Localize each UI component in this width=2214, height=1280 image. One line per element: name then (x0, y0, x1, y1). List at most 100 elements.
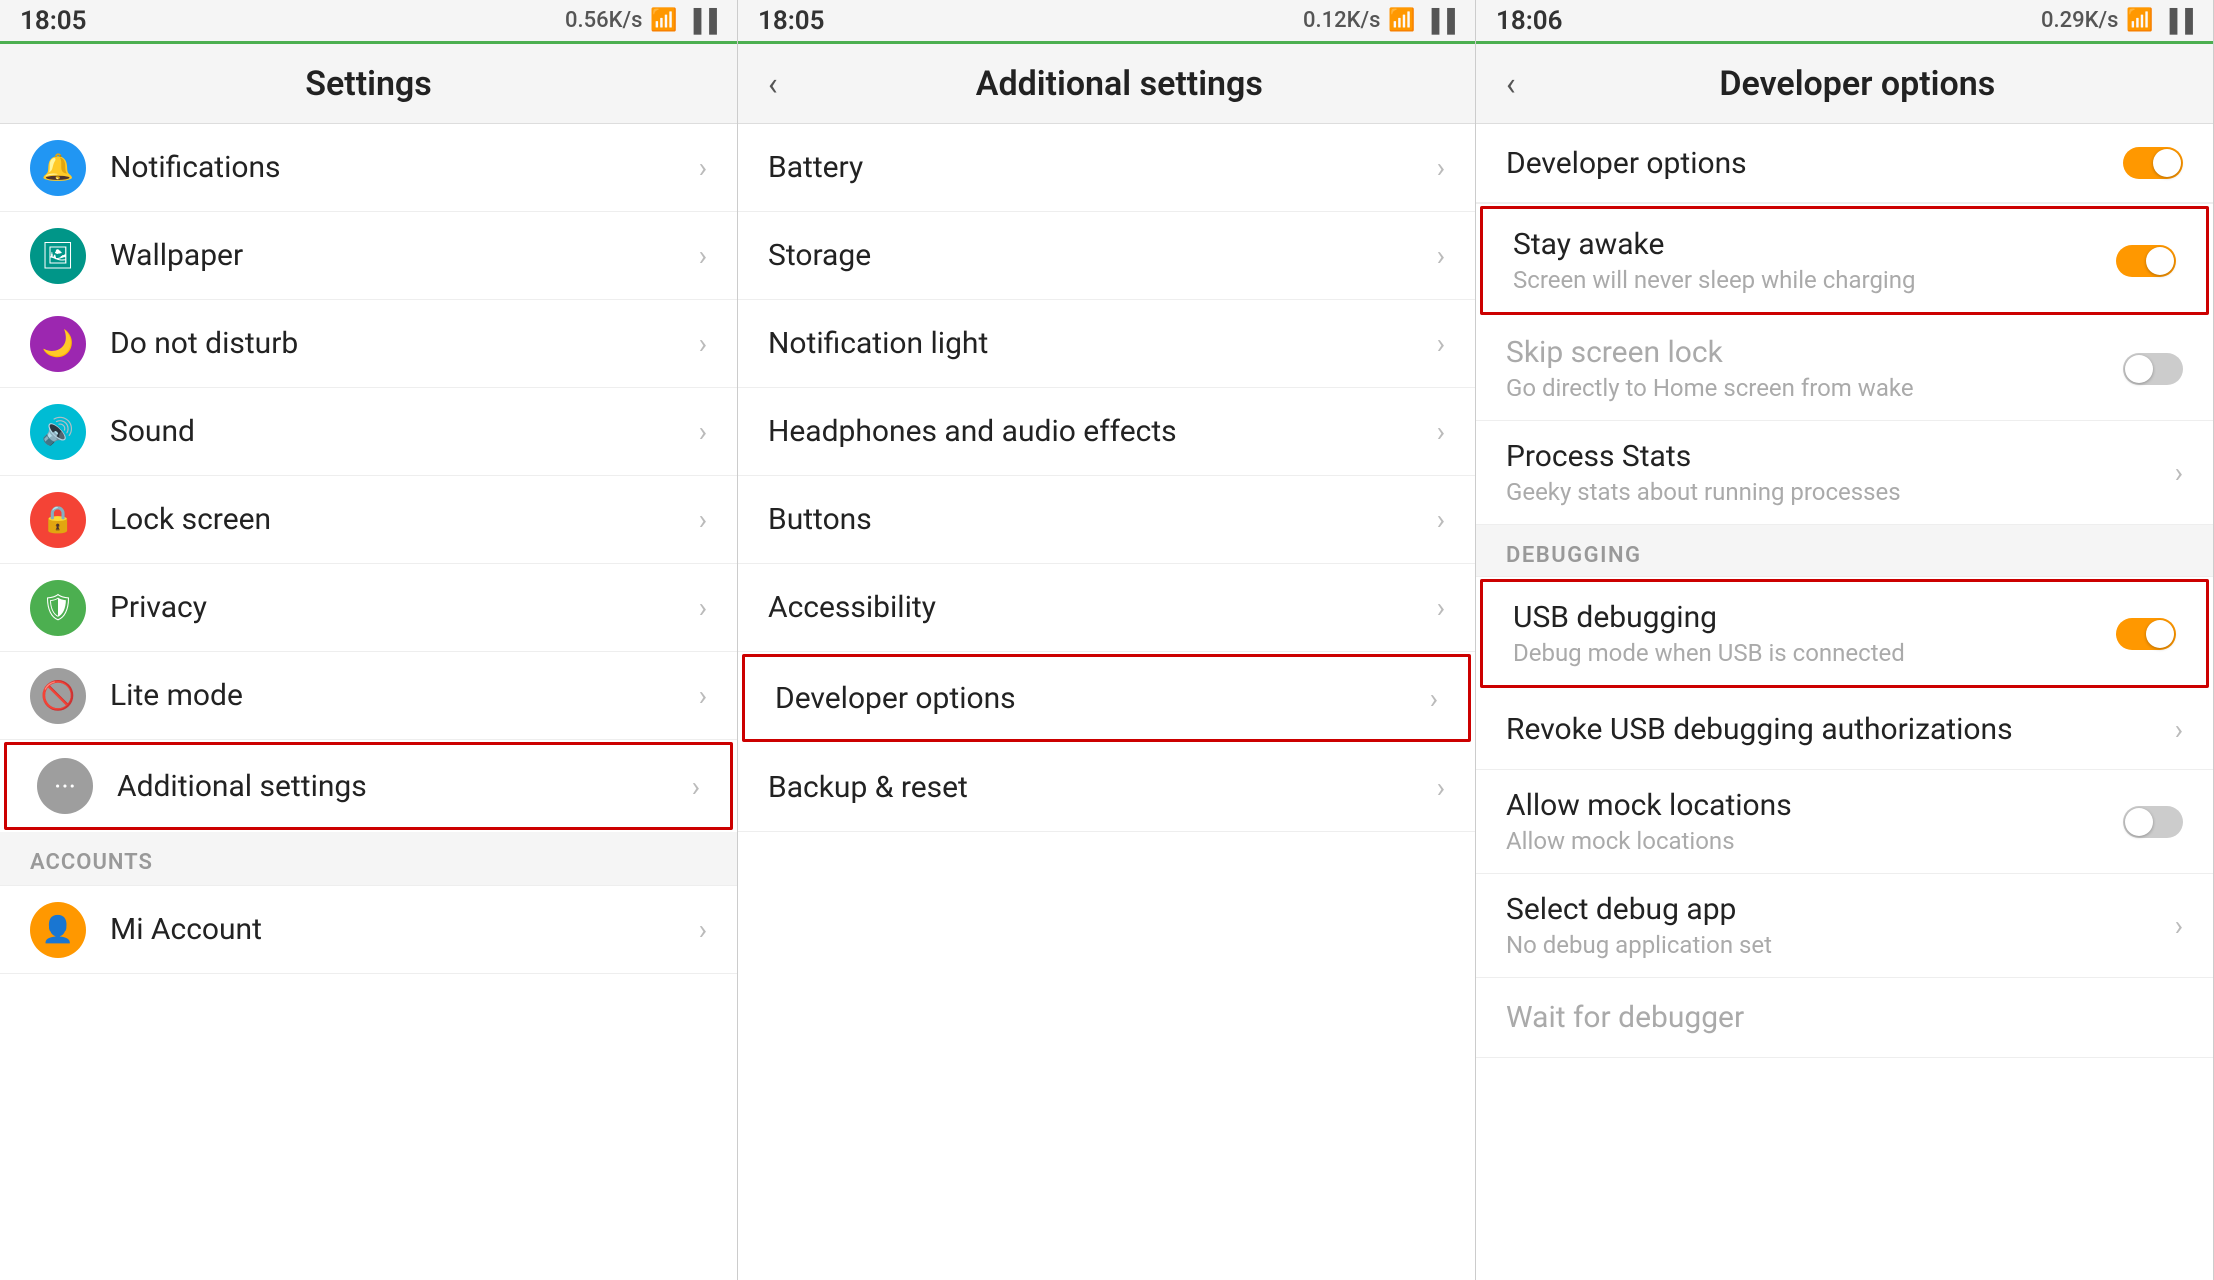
chevron-privacy: › (699, 591, 707, 624)
top-bar-3: ‹ Developer options (1476, 44, 2213, 124)
status-bar-3: 18:06 0.29K/s 📶 ▐▐ (1476, 0, 2213, 44)
usb-debugging-toggle-thumb (2146, 620, 2174, 648)
wallpaper-icon: 🖼 (30, 228, 86, 284)
chevron-notification-light: › (1437, 327, 1445, 360)
mock-locations-toggle[interactable] (2123, 806, 2183, 838)
sound-icon: 🔊 (30, 404, 86, 460)
top-bar-1: Settings (0, 44, 737, 124)
skip-screen-lock-toggle-thumb (2125, 355, 2153, 383)
stay-awake-title: Stay awake (1513, 227, 2116, 262)
network-speed-1: 0.56K/s (565, 8, 642, 33)
signal-icon-2: ▐▐ (1424, 8, 1455, 34)
chevron-storage: › (1437, 239, 1445, 272)
developer-options-label: Developer options (775, 681, 1418, 716)
wifi-icon-3: 📶 (2126, 8, 2153, 33)
do-not-disturb-icon: 🌙 (30, 316, 86, 372)
time-1: 18:05 (20, 6, 87, 36)
chevron-buttons: › (1437, 503, 1445, 536)
chevron-additional-settings: › (692, 770, 700, 803)
usb-debugging-subtitle: Debug mode when USB is connected (1513, 639, 2116, 667)
privacy-label: Privacy (110, 590, 687, 625)
mi-account-label: Mi Account (110, 912, 687, 947)
chevron-accessibility: › (1437, 591, 1445, 624)
accounts-section-header: ACCOUNTS (0, 832, 737, 886)
dev-item-process-stats[interactable]: Process Stats Geeky stats about running … (1476, 421, 2213, 525)
additional-item-developer-options[interactable]: Developer options › (742, 654, 1471, 742)
usb-debugging-title: USB debugging (1513, 600, 2116, 635)
skip-screen-lock-subtitle: Go directly to Home screen from wake (1506, 374, 2123, 402)
time-2: 18:05 (758, 6, 825, 36)
lite-mode-label: Lite mode (110, 678, 687, 713)
mock-locations-title: Allow mock locations (1506, 788, 2123, 823)
chevron-developer-options: › (1430, 682, 1438, 715)
additional-settings-list: Battery › Storage › Notification light ›… (738, 124, 1475, 1280)
page-title-1: Settings (30, 64, 707, 104)
settings-item-mi-account[interactable]: 👤 Mi Account › (0, 886, 737, 974)
back-button-3[interactable]: ‹ (1506, 65, 1516, 103)
dev-options-master-toggle[interactable] (2123, 147, 2183, 179)
additional-item-storage[interactable]: Storage › (738, 212, 1475, 300)
settings-panel: 18:05 0.56K/s 📶 ▐▐ Settings 🔔 Notificati… (0, 0, 738, 1280)
usb-debugging-toggle[interactable] (2116, 618, 2176, 650)
mi-account-icon: 👤 (30, 902, 86, 958)
dev-item-skip-screen-lock[interactable]: Skip screen lock Go directly to Home scr… (1476, 317, 2213, 421)
backup-reset-label: Backup & reset (768, 770, 1425, 805)
dev-item-stay-awake[interactable]: Stay awake Screen will never sleep while… (1480, 206, 2209, 315)
settings-list: 🔔 Notifications › 🖼 Wallpaper › 🌙 Do not… (0, 124, 737, 1280)
wallpaper-label: Wallpaper (110, 238, 687, 273)
settings-item-lock-screen[interactable]: 🔒 Lock screen › (0, 476, 737, 564)
additional-item-backup-reset[interactable]: Backup & reset › (738, 744, 1475, 832)
do-not-disturb-label: Do not disturb (110, 326, 687, 361)
chevron-battery: › (1437, 151, 1445, 184)
notification-light-label: Notification light (768, 326, 1425, 361)
dev-options-toggle-thumb (2153, 149, 2181, 177)
developer-options-panel: 18:06 0.29K/s 📶 ▐▐ ‹ Developer options D… (1476, 0, 2214, 1280)
status-icons-3: 0.29K/s 📶 ▐▐ (2041, 8, 2193, 34)
additional-item-notification-light[interactable]: Notification light › (738, 300, 1475, 388)
back-button-2[interactable]: ‹ (768, 65, 778, 103)
dev-options-master-row: Developer options (1476, 124, 2213, 204)
process-stats-subtitle: Geeky stats about running processes (1506, 478, 2163, 506)
dev-item-usb-debugging[interactable]: USB debugging Debug mode when USB is con… (1480, 579, 2209, 688)
settings-item-sound[interactable]: 🔊 Sound › (0, 388, 737, 476)
additional-item-headphones[interactable]: Headphones and audio effects › (738, 388, 1475, 476)
page-title-3: Developer options (1532, 64, 2183, 104)
lock-screen-icon: 🔒 (30, 492, 86, 548)
lock-screen-label: Lock screen (110, 502, 687, 537)
chevron-do-not-disturb: › (699, 327, 707, 360)
skip-screen-lock-toggle[interactable] (2123, 353, 2183, 385)
chevron-select-debug-app: › (2175, 909, 2183, 942)
mock-locations-subtitle: Allow mock locations (1506, 827, 2123, 855)
sound-label: Sound (110, 414, 687, 449)
stay-awake-subtitle: Screen will never sleep while charging (1513, 266, 2116, 294)
settings-item-privacy[interactable]: 🛡 Privacy › (0, 564, 737, 652)
signal-icon-1: ▐▐ (686, 8, 717, 34)
additional-item-buttons[interactable]: Buttons › (738, 476, 1475, 564)
chevron-notifications: › (699, 151, 707, 184)
status-icons-1: 0.56K/s 📶 ▐▐ (565, 8, 717, 34)
settings-item-lite-mode[interactable]: 🚫 Lite mode › (0, 652, 737, 740)
dev-item-select-debug-app[interactable]: Select debug app No debug application se… (1476, 874, 2213, 978)
chevron-revoke-usb: › (2175, 713, 2183, 746)
dev-item-revoke-usb[interactable]: Revoke USB debugging authorizations › (1476, 690, 2213, 770)
wait-debugger-title: Wait for debugger (1506, 1000, 2183, 1035)
network-speed-3: 0.29K/s (2041, 8, 2118, 33)
select-debug-app-title: Select debug app (1506, 892, 2163, 927)
settings-item-additional-settings[interactable]: ··· Additional settings › (4, 742, 733, 830)
additional-item-battery[interactable]: Battery › (738, 124, 1475, 212)
wifi-icon-1: 📶 (650, 8, 677, 33)
additional-item-accessibility[interactable]: Accessibility › (738, 564, 1475, 652)
lite-mode-icon: 🚫 (30, 668, 86, 724)
settings-item-wallpaper[interactable]: 🖼 Wallpaper › (0, 212, 737, 300)
dev-item-mock-locations[interactable]: Allow mock locations Allow mock location… (1476, 770, 2213, 874)
stay-awake-toggle[interactable] (2116, 245, 2176, 277)
skip-screen-lock-title: Skip screen lock (1506, 335, 2123, 370)
settings-item-do-not-disturb[interactable]: 🌙 Do not disturb › (0, 300, 737, 388)
additional-settings-panel: 18:05 0.12K/s 📶 ▐▐ ‹ Additional settings… (738, 0, 1476, 1280)
headphones-label: Headphones and audio effects (768, 414, 1425, 449)
developer-options-list: Developer options Stay awake Screen will… (1476, 124, 2213, 1280)
settings-item-notifications[interactable]: 🔔 Notifications › (0, 124, 737, 212)
time-3: 18:06 (1496, 6, 1563, 36)
chevron-headphones: › (1437, 415, 1445, 448)
chevron-mi-account: › (699, 913, 707, 946)
